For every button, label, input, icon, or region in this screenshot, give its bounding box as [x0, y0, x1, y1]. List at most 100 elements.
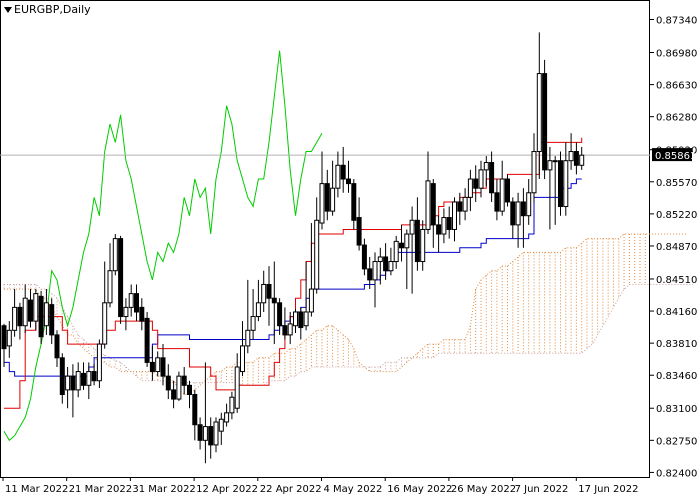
candle-body — [404, 233, 410, 249]
candle-body — [499, 178, 505, 212]
candle-body — [181, 375, 187, 386]
candle-body — [483, 162, 489, 171]
candle-body — [118, 238, 124, 318]
candle-body — [176, 375, 182, 400]
candle-body — [75, 371, 81, 391]
candle-body — [91, 371, 97, 382]
x-tick-label: 12 Apr 2022 — [196, 484, 258, 495]
candle-body — [568, 151, 574, 162]
candle-body — [409, 219, 415, 235]
candle-body — [308, 288, 314, 313]
candle-body — [38, 295, 44, 338]
y-tick-label: 0.84510 — [656, 275, 697, 286]
candle-body — [531, 151, 537, 194]
candle-body — [383, 256, 389, 272]
candle-body — [563, 160, 569, 208]
candle-body — [340, 164, 346, 180]
y-tick-label: 0.86280 — [656, 113, 697, 124]
candle-body — [377, 256, 383, 263]
symbol-title-text: EURGBP,Daily — [14, 3, 91, 16]
candle-body — [335, 164, 341, 189]
y-tick-label: 0.85570 — [656, 178, 697, 189]
candle-body — [489, 162, 495, 194]
candle-body — [86, 371, 92, 386]
candle-body — [245, 329, 251, 347]
candle-body — [462, 196, 468, 212]
candle-body — [54, 334, 60, 359]
candle-body — [6, 329, 12, 347]
candle-body — [330, 187, 336, 212]
candle-body — [49, 304, 55, 336]
candle-body — [192, 393, 198, 426]
candle-body — [351, 183, 357, 221]
candle-body — [43, 302, 49, 327]
chart-root: 0.873400.869800.866300.862800.859200.855… — [0, 0, 700, 500]
candle-body — [536, 73, 542, 153]
current-price-label: 0.85861 — [655, 151, 696, 162]
candle-body — [467, 178, 473, 198]
candle-body — [197, 424, 203, 441]
candle-body — [277, 302, 283, 327]
y-tick-label: 0.86630 — [656, 81, 697, 92]
candle-body — [420, 228, 426, 263]
candle-body — [107, 270, 113, 304]
candle-body — [520, 201, 526, 217]
symbol-title: EURGBP,Daily — [4, 3, 91, 16]
candle-body — [505, 178, 510, 203]
candle-body — [165, 375, 171, 391]
candle-body — [399, 242, 404, 249]
candle-body — [282, 325, 288, 336]
y-tick-label: 0.83100 — [656, 404, 697, 415]
price-axis: 0.873400.869800.866300.862800.859200.855… — [650, 16, 697, 479]
candle-body — [28, 299, 33, 322]
x-tick-label: 16 May 2022 — [387, 484, 452, 495]
y-tick-label: 0.87340 — [656, 16, 697, 27]
candle-body — [319, 183, 325, 224]
candle-body — [213, 421, 219, 446]
candle-body — [573, 151, 579, 166]
candle-body — [298, 311, 304, 329]
candle-body — [187, 384, 192, 395]
candle-body — [123, 306, 129, 318]
candle-body — [452, 201, 457, 230]
plot-frame — [0, 0, 650, 478]
candle-body — [59, 357, 65, 395]
candle-body — [12, 306, 18, 331]
candle-body — [65, 375, 71, 391]
candle — [558, 151, 563, 216]
candle-body — [552, 160, 558, 163]
candle-body — [367, 268, 373, 281]
candle-body — [388, 261, 394, 272]
candle-body — [314, 219, 320, 290]
candle — [542, 59, 548, 180]
candle-body — [510, 201, 516, 226]
candle-body — [229, 396, 235, 414]
candle-body — [515, 201, 521, 226]
candle-body — [436, 224, 442, 235]
candle-body — [134, 293, 139, 313]
candle-body — [303, 311, 309, 327]
candle — [176, 371, 182, 401]
candle-body — [149, 361, 155, 373]
y-tick-label: 0.86980 — [656, 49, 697, 60]
x-tick-label: 11 Mar 2022 — [5, 484, 68, 495]
candle-body — [224, 412, 230, 423]
candle-body — [22, 297, 28, 327]
candle-body — [473, 178, 479, 189]
candle-body — [70, 375, 76, 391]
x-tick-label: 21 Mar 2022 — [69, 484, 132, 495]
candle-body — [324, 183, 330, 212]
x-tick-label: 26 May 2022 — [451, 484, 516, 495]
candle-body — [261, 283, 267, 304]
candle-body — [526, 192, 532, 217]
candle-body — [558, 160, 563, 208]
candle-body — [144, 317, 150, 363]
x-tick-label: 7 Jun 2022 — [515, 484, 569, 495]
time-axis: 11 Mar 2022 21 Mar 2022 31 Mar 2022 12 Apr … — [2, 477, 638, 495]
candle-body — [250, 316, 256, 331]
candle-body — [139, 306, 145, 322]
candle — [118, 235, 124, 324]
candle-body — [155, 357, 161, 373]
candle — [38, 290, 44, 345]
candle-body — [361, 244, 367, 270]
